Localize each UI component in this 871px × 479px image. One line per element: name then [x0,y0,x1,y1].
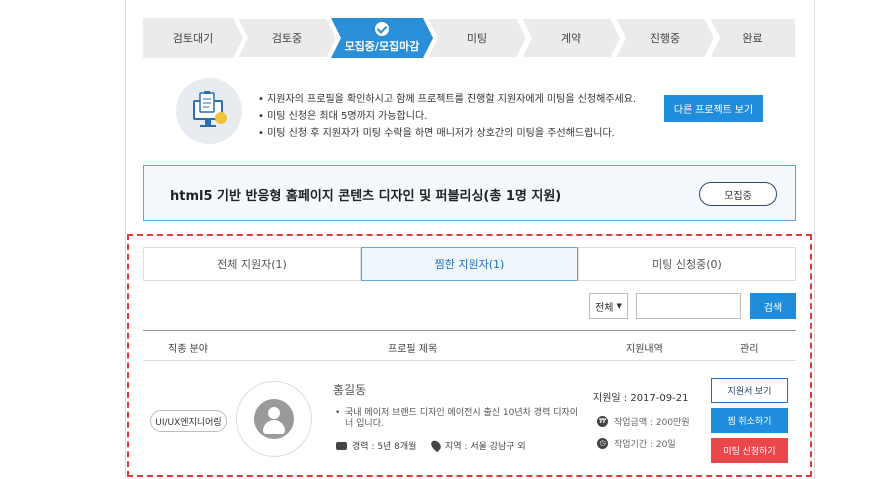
header-manage: 관리 [740,344,759,355]
amount-meta: ₩ 작업금액 : 200만원 [597,415,690,428]
guide-item: 미팅 신청은 최대 5명까지 가능합니다. [258,108,636,125]
header-field: 직종 분야 [168,344,208,355]
step-recruiting: 모집중/모집마감 [331,18,433,58]
table-header: 직종 분야 프로필 제목 지원내역 관리 [143,330,796,361]
applicant-description: 국내 메이저 브랜드 디자인 에이전시 출신 10년차 경력 디자이너 입니다. [335,408,585,430]
career-meta: 경력 : 5년 8개월 [336,439,416,452]
project-title: html5 기반 반응형 홈페이지 콘텐츠 디자인 및 퍼블리싱(총 1명 지원… [170,189,562,204]
filter-select-value: 전체 [595,302,614,314]
description-text: 국내 메이저 브랜드 디자인 에이전시 출신 10년차 경력 디자이너 입니다. [335,408,585,430]
step-label: 검토대기 [172,32,214,45]
progress-steps: 검토대기 검토중 모집중/모집마감 미팅 계약 진행중 완료 [143,18,796,58]
step-reviewing: 검토중 [237,18,337,58]
tab-all-applicants[interactable]: 전체 지원자(1) [143,247,361,281]
region-text: 지역 : 서울 강남구 외 [445,442,526,452]
header-profile-title: 프로필 제목 [388,344,438,355]
step-contract: 계약 [521,18,621,58]
field-badge: UI/UX엔지니어링 [150,410,227,432]
step-label: 계약 [560,32,582,45]
applicant-tabs: 전체 지원자(1) 찜한 지원자(1) 미팅 신청중(0) [143,247,796,281]
search-input[interactable] [636,293,741,319]
guide-item: 미팅 신청 후 지원자가 미팅 수락을 하면 매니저가 상호간의 미팅을 주선해… [258,125,636,142]
step-label: 미팅 [466,32,488,45]
project-banner: html5 기반 반응형 홈페이지 콘텐츠 디자인 및 퍼블리싱(총 1명 지원… [143,165,796,221]
check-icon [375,22,389,36]
period-meta: ◷ 작업기간 : 20일 [597,437,676,450]
region-meta: 지역 : 서울 강남구 외 [429,438,526,453]
tab-picked-applicants[interactable]: 찜한 지원자(1) [361,247,578,281]
apply-date: 지원일 : 2017-09-21 [593,393,689,404]
step-review-wait: 검토대기 [143,18,243,58]
career-text: 경력 : 5년 8개월 [352,442,417,452]
step-done: 완료 [709,18,796,58]
amount-text: 작업금액 : 200만원 [614,418,690,428]
won-icon: ₩ [597,416,608,427]
location-pin-icon [429,438,443,453]
applicant-name[interactable]: 홍길동 [333,381,366,398]
user-icon [254,399,294,439]
avatar [236,381,312,457]
step-label: 완료 [742,32,763,45]
guide-item: 지원자의 프로필을 확인하시고 함께 프로젝트를 진행할 지원자에게 미팅을 신… [258,91,636,108]
header-apply-history: 지원내역 [626,344,663,355]
filter-select[interactable]: 전체 ▼ [589,293,628,319]
step-in-progress: 진행중 [615,18,715,58]
step-label: 검토중 [271,32,303,45]
step-label: 모집중/모집마감 [344,40,420,53]
other-projects-button[interactable]: 다른 프로젝트 보기 [664,95,763,122]
step-label: 진행중 [649,32,681,45]
tab-meeting-requests[interactable]: 미팅 신청중(0) [578,247,796,281]
clock-icon: ◷ [597,438,608,449]
guide-list: 지원자의 프로필을 확인하시고 함께 프로젝트를 진행할 지원자에게 미팅을 신… [258,91,636,142]
step-meeting: 미팅 [427,18,527,58]
status-badge: 모집중 [699,182,777,206]
cancel-pick-button[interactable]: 찜 취소하기 [711,408,788,433]
period-text: 작업기간 : 20일 [614,440,676,450]
caret-down-icon: ▼ [616,302,622,310]
briefcase-icon [336,441,347,450]
search-button[interactable]: 검색 [750,293,796,319]
view-application-button[interactable]: 지원서 보기 [711,378,788,403]
monitor-clipboard-icon [176,78,242,144]
request-meeting-button[interactable]: 미팅 신청하기 [711,438,788,463]
